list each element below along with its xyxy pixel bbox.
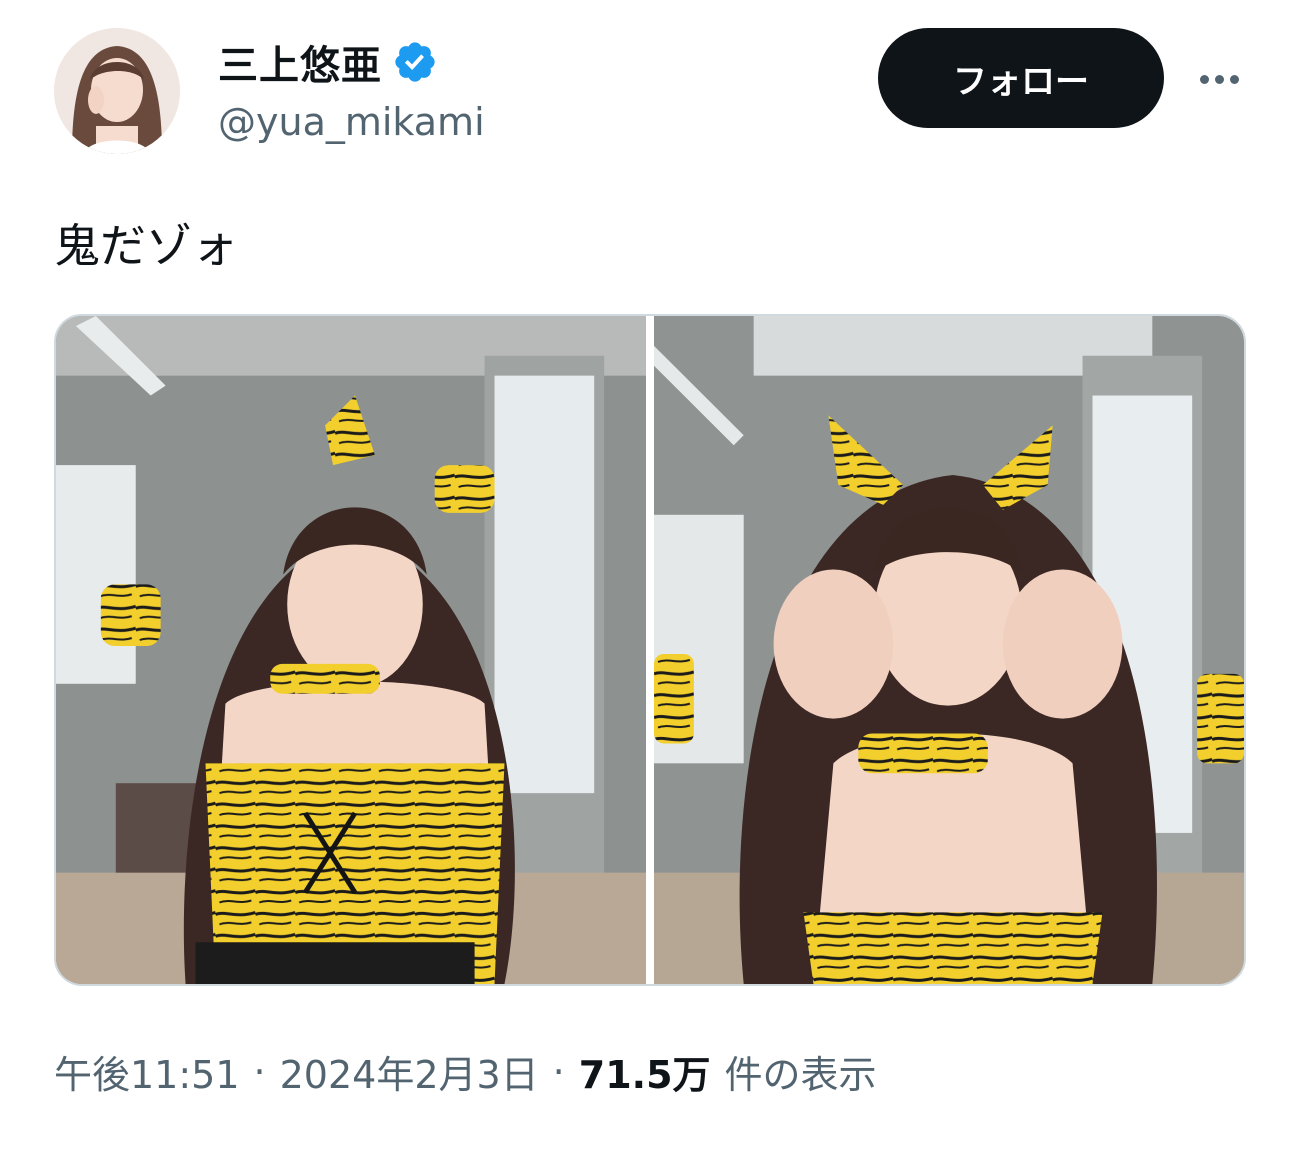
- photo-2[interactable]: [654, 316, 1244, 984]
- profile-photo-icon: [54, 28, 180, 154]
- photo-tiger-costume-hands-cheeks-icon: [654, 316, 1244, 984]
- tweet-text: 鬼だゾォ: [54, 219, 238, 273]
- user-handle[interactable]: @yua_mikami: [218, 100, 485, 144]
- verified-badge-icon[interactable]: [392, 39, 438, 85]
- dot: [1214, 74, 1224, 84]
- photo-1[interactable]: [56, 316, 646, 984]
- avatar[interactable]: [54, 28, 180, 154]
- views-label: 件の表示: [724, 1053, 877, 1097]
- tweet-date[interactable]: 2024年2月3日: [280, 1044, 539, 1099]
- meta-separator: ·: [253, 1049, 266, 1094]
- tweet-meta: 午後11:51 · 2024年2月3日 · 71.5万 件の表示: [54, 1044, 877, 1099]
- tweet-time[interactable]: 午後11:51: [54, 1044, 240, 1099]
- dot: [1229, 74, 1239, 84]
- display-name[interactable]: 三上悠亜: [218, 33, 382, 91]
- dot: [1199, 74, 1209, 84]
- follow-button[interactable]: フォロー: [878, 28, 1164, 128]
- more-horizontal-icon[interactable]: [1186, 52, 1252, 106]
- media-grid: [54, 314, 1246, 986]
- photo-tiger-costume-arms-up-icon: [56, 316, 646, 984]
- views-count: 71.5万: [578, 1053, 711, 1097]
- author-name-row[interactable]: 三上悠亜: [218, 34, 438, 90]
- meta-separator: ·: [552, 1049, 565, 1094]
